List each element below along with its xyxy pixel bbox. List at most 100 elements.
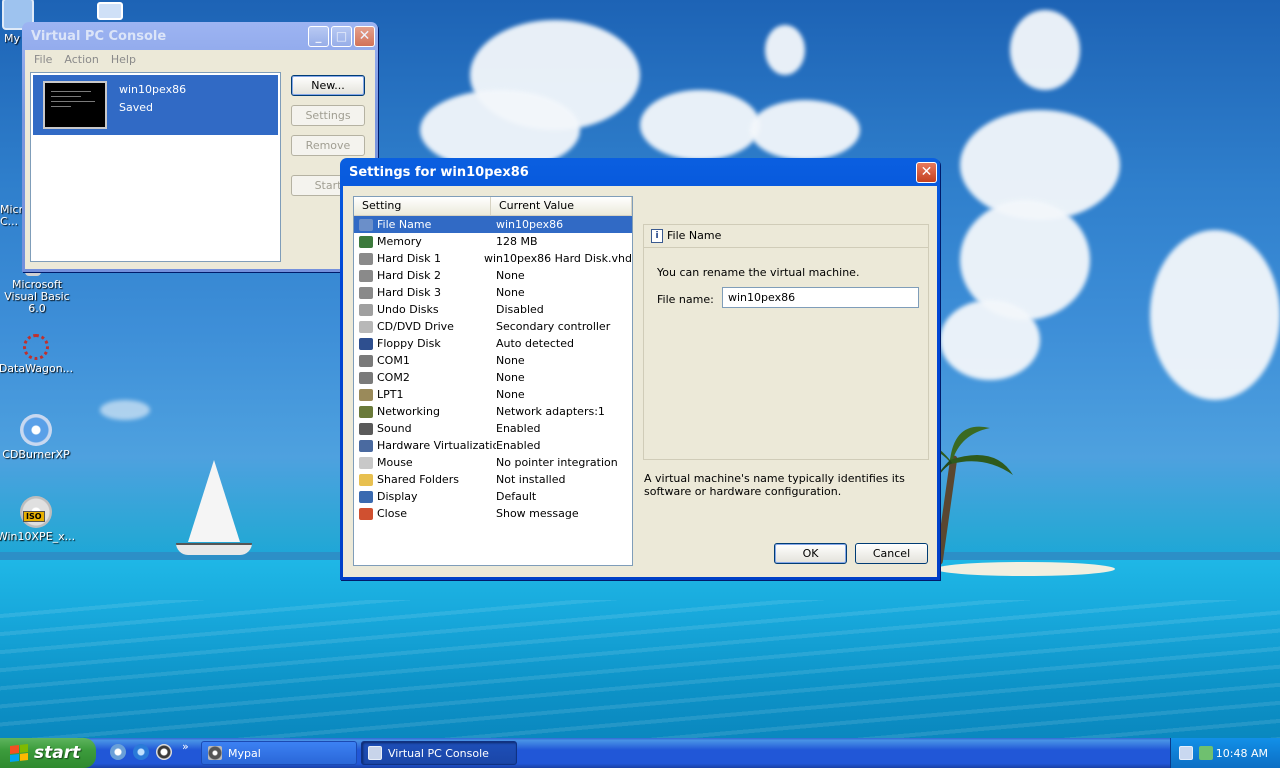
settings-row[interactable]: Hard Disk 1 win10pex86 Hard Disk.vhd	[354, 250, 632, 267]
cloud	[765, 25, 805, 75]
new-button[interactable]: New...	[291, 75, 365, 96]
desktop-icon-label: DataWagon...	[0, 362, 74, 375]
mypal-icon	[208, 746, 222, 760]
setting-name: Close	[377, 507, 407, 520]
file-name-input[interactable]: win10pex86	[722, 287, 919, 308]
setting-value: Not installed	[496, 473, 566, 486]
settings-row[interactable]: Display Default	[354, 488, 632, 505]
cancel-button[interactable]: Cancel	[855, 543, 928, 564]
quicklaunch-media-icon[interactable]	[156, 744, 172, 760]
taskbar-item-virtual-pc-console[interactable]: Virtual PC Console	[361, 741, 517, 765]
datawagon-icon	[23, 334, 49, 360]
desktop-icon-iso[interactable]: ISO Win10XPE_x...	[0, 496, 76, 543]
desktop-icon-datawagon[interactable]: DataWagon...	[0, 334, 76, 375]
cloud	[640, 90, 760, 160]
sandbar	[935, 562, 1115, 576]
menu-help[interactable]: Help	[105, 53, 142, 66]
quicklaunch-chevron[interactable]: »	[182, 740, 189, 753]
folder-icon	[359, 473, 373, 486]
quicklaunch-settings-icon[interactable]	[110, 744, 126, 760]
settings-row[interactable]: Shared Folders Not installed	[354, 471, 632, 488]
detail-panel	[643, 224, 929, 460]
setting-value: Enabled	[496, 422, 541, 435]
setting-name: Networking	[377, 405, 440, 418]
desktop-icon-label: CDBurnerXP	[2, 448, 70, 461]
network-computer-icon[interactable]	[97, 2, 123, 20]
close-button[interactable]: ✕	[916, 161, 937, 183]
maximize-button[interactable]: □	[331, 25, 352, 47]
desktop-icon-label: Microsoft Visual Basic 6.0	[4, 278, 70, 315]
safely-remove-tray-icon[interactable]	[1199, 746, 1213, 760]
settings-row[interactable]: Mouse No pointer integration	[354, 454, 632, 471]
desktop-icon-cdburnerxp[interactable]: CDBurnerXP	[0, 414, 76, 461]
setting-value: 128 MB	[496, 235, 538, 248]
detail-help-text: A virtual machine's name typically ident…	[644, 472, 905, 498]
settings-row[interactable]: Memory 128 MB	[354, 233, 632, 250]
setting-name: Hard Disk 3	[377, 286, 441, 299]
vm-list-item[interactable]: win10pex86 Saved	[33, 75, 278, 135]
setting-name: Undo Disks	[377, 303, 439, 316]
taskbar-item-label: Virtual PC Console	[388, 746, 489, 760]
remove-button[interactable]: Remove	[291, 135, 365, 156]
quicklaunch-internet-explorer-icon[interactable]	[133, 744, 149, 760]
mouse-icon	[359, 456, 373, 469]
settings-button[interactable]: Settings	[291, 105, 365, 126]
settings-row[interactable]: CD/DVD Drive Secondary controller	[354, 318, 632, 335]
start-button[interactable]: start	[0, 738, 96, 768]
column-header-current-value[interactable]: Current Value	[491, 197, 632, 215]
settings-row[interactable]: Hard Disk 2 None	[354, 267, 632, 284]
settings-row[interactable]: Undo Disks Disabled	[354, 301, 632, 318]
virtual-pc-console-window[interactable]: Virtual PC Console _ □ ✕ File Action Hel…	[22, 22, 378, 272]
chip-icon	[359, 439, 373, 452]
document-icon	[359, 218, 373, 231]
network-tray-icon[interactable]	[1179, 746, 1193, 760]
setting-value: win10pex86 Hard Disk.vhd	[484, 252, 632, 265]
console-titlebar[interactable]: Virtual PC Console _ □ ✕	[25, 22, 375, 50]
maximize-icon: □	[335, 29, 348, 43]
vm-list[interactable]: win10pex86 Saved	[30, 72, 281, 262]
system-tray: 10:48 AM	[1170, 738, 1280, 768]
settings-list[interactable]: Setting Current Value File Name win10pex8…	[353, 196, 633, 566]
settings-row[interactable]: Networking Network adapters:1	[354, 403, 632, 420]
setting-value: win10pex86	[496, 218, 564, 231]
setting-name: CD/DVD Drive	[377, 320, 454, 333]
settings-row[interactable]: Sound Enabled	[354, 420, 632, 437]
detail-header: i File Name	[643, 224, 929, 248]
settings-row[interactable]: COM2 None	[354, 369, 632, 386]
settings-titlebar[interactable]: Settings for win10pex86 ✕	[343, 158, 937, 186]
taskbar: start » Mypal Virtual PC Console 10:48 A…	[0, 738, 1280, 768]
serial-port-icon	[359, 371, 373, 384]
close-button[interactable]: ✕	[354, 25, 375, 47]
settings-row[interactable]: Close Show message	[354, 505, 632, 522]
taskbar-item-mypal[interactable]: Mypal	[201, 741, 357, 765]
settings-row[interactable]: Hard Disk 3 None	[354, 284, 632, 301]
clock[interactable]: 10:48 AM	[1216, 747, 1268, 760]
setting-name: Sound	[377, 422, 412, 435]
ok-button[interactable]: OK	[774, 543, 847, 564]
minimize-icon: _	[315, 29, 322, 43]
settings-dialog[interactable]: Settings for win10pex86 ✕ Setting Curren…	[340, 158, 940, 580]
setting-value: None	[496, 371, 525, 384]
setting-value: No pointer integration	[496, 456, 618, 469]
detail-description: You can rename the virtual machine.	[657, 266, 860, 279]
menu-file[interactable]: File	[28, 53, 58, 66]
setting-name: Floppy Disk	[377, 337, 441, 350]
taskbar-item-label: Mypal	[228, 746, 261, 760]
display-icon	[359, 490, 373, 503]
desktop-icon-label: Win10XPE_x...	[0, 530, 76, 543]
settings-row[interactable]: LPT1 None	[354, 386, 632, 403]
vm-thumbnail	[43, 81, 107, 129]
setting-name: COM1	[377, 354, 410, 367]
minimize-button[interactable]: _	[308, 25, 329, 47]
settings-row[interactable]: COM1 None	[354, 352, 632, 369]
network-icon	[359, 405, 373, 418]
settings-row[interactable]: Floppy Disk Auto detected	[354, 335, 632, 352]
column-header-setting[interactable]: Setting	[354, 197, 491, 215]
setting-name: Memory	[377, 235, 422, 248]
settings-list-header: Setting Current Value	[354, 197, 632, 216]
setting-value: None	[496, 354, 525, 367]
menu-action[interactable]: Action	[58, 53, 104, 66]
settings-row[interactable]: File Name win10pex86	[354, 216, 632, 233]
settings-row[interactable]: Hardware Virtualization Enabled	[354, 437, 632, 454]
file-name-label: File name:	[657, 293, 714, 306]
